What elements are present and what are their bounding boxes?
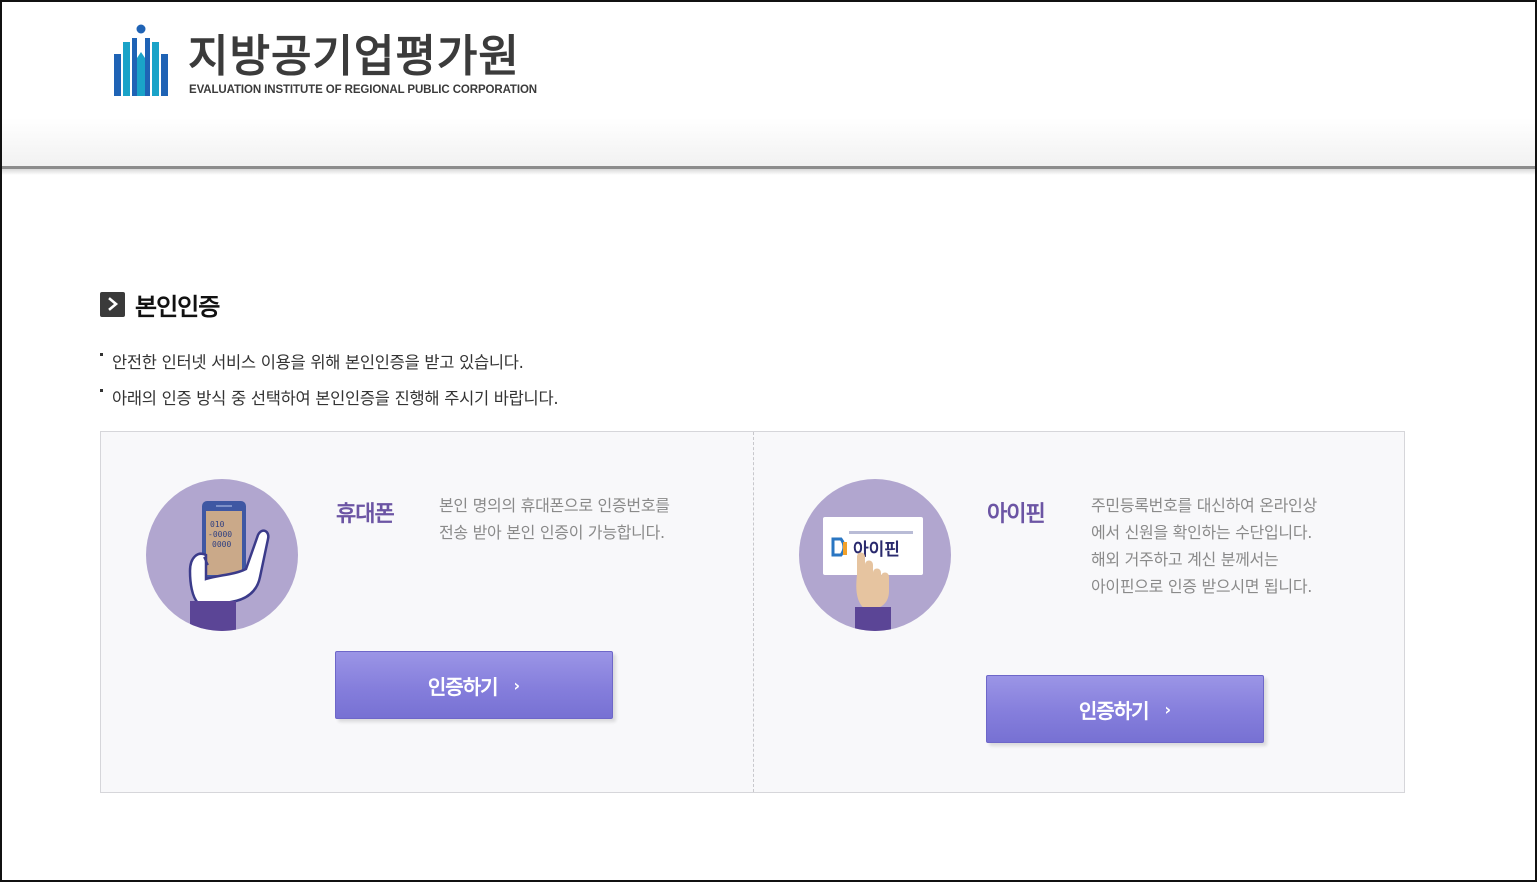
site-header: 지방공기업평가원 EVALUATION INSTITUTE OF REGIONA…	[2, 2, 1535, 168]
phone-auth-description: 본인 명의의 휴대폰으로 인증번호를 전송 받아 본인 인증이 가능합니다.	[439, 496, 670, 542]
screen-digits: 010	[210, 520, 225, 529]
page-frame: 지방공기업평가원 EVALUATION INSTITUTE OF REGIONA…	[0, 0, 1537, 882]
site-logo[interactable]: 지방공기업평가원 EVALUATION INSTITUTE OF REGIONA…	[112, 24, 542, 100]
notice-item: 아래의 인증 방식 중 선택하여 본인인증을 진행해 주시기 바랍니다.	[100, 386, 559, 422]
section-title: 본인인증	[100, 289, 220, 321]
chevron-right-icon: ›	[1164, 699, 1172, 719]
notice-list: 안전한 인터넷 서비스 이용을 위해 본인인증을 받고 있습니다. 아래의 인증…	[100, 350, 559, 422]
ipin-auth-title: 아이핀	[987, 502, 1046, 527]
phone-illustration: 010 -0000 0000	[146, 479, 298, 631]
screen-digits: 0000	[212, 540, 231, 549]
phone-auth-card: 010 -0000 0000 휴대폰 본인 명의의 휴대폰으로 인증번호를 전송…	[101, 432, 753, 792]
phone-in-hand-icon: 010 -0000 0000	[188, 501, 270, 631]
chevron-right-icon	[100, 291, 125, 317]
phone-auth-button[interactable]: 인증하기 ›	[335, 651, 613, 719]
ipin-auth-description: 주민등록번호를 대신하여 온라인상 에서 신원을 확인하는 수단입니다. 해외 …	[1091, 496, 1317, 596]
header-shadow	[2, 169, 1535, 175]
chevron-right-icon: ›	[513, 675, 521, 695]
phone-auth-button-label: 인증하기	[427, 674, 499, 699]
phone-auth-title: 휴대폰	[336, 502, 395, 527]
notice-item: 안전한 인터넷 서비스 이용을 위해 본인인증을 받고 있습니다.	[100, 350, 558, 386]
ipin-illustration: 아이핀	[799, 479, 951, 631]
bullet-icon	[100, 353, 103, 356]
bullet-icon	[100, 389, 103, 392]
logo-english-text: EVALUATION INSTITUTE OF REGIONAL PUBLIC …	[189, 84, 537, 96]
logo-korean-text: 지방공기업평가원	[188, 31, 520, 82]
auth-method-panel: 010 -0000 0000 휴대폰 본인 명의의 휴대폰으로 인증번호를 전송…	[100, 431, 1405, 793]
ipin-auth-button-label: 인증하기	[1078, 698, 1150, 723]
ipin-auth-card: 아이핀 아이핀 주민등록번호를 대신하여 온라인상 에서 신원을 확인하는 수단…	[754, 432, 1406, 792]
section-title-label: 본인인증	[135, 292, 220, 321]
ipin-auth-button[interactable]: 인증하기 ›	[986, 675, 1264, 743]
ipin-card-in-hand-icon: 아이핀	[823, 517, 923, 631]
logo-mark-icon	[114, 24, 168, 96]
screen-digits: -0000	[208, 530, 232, 539]
